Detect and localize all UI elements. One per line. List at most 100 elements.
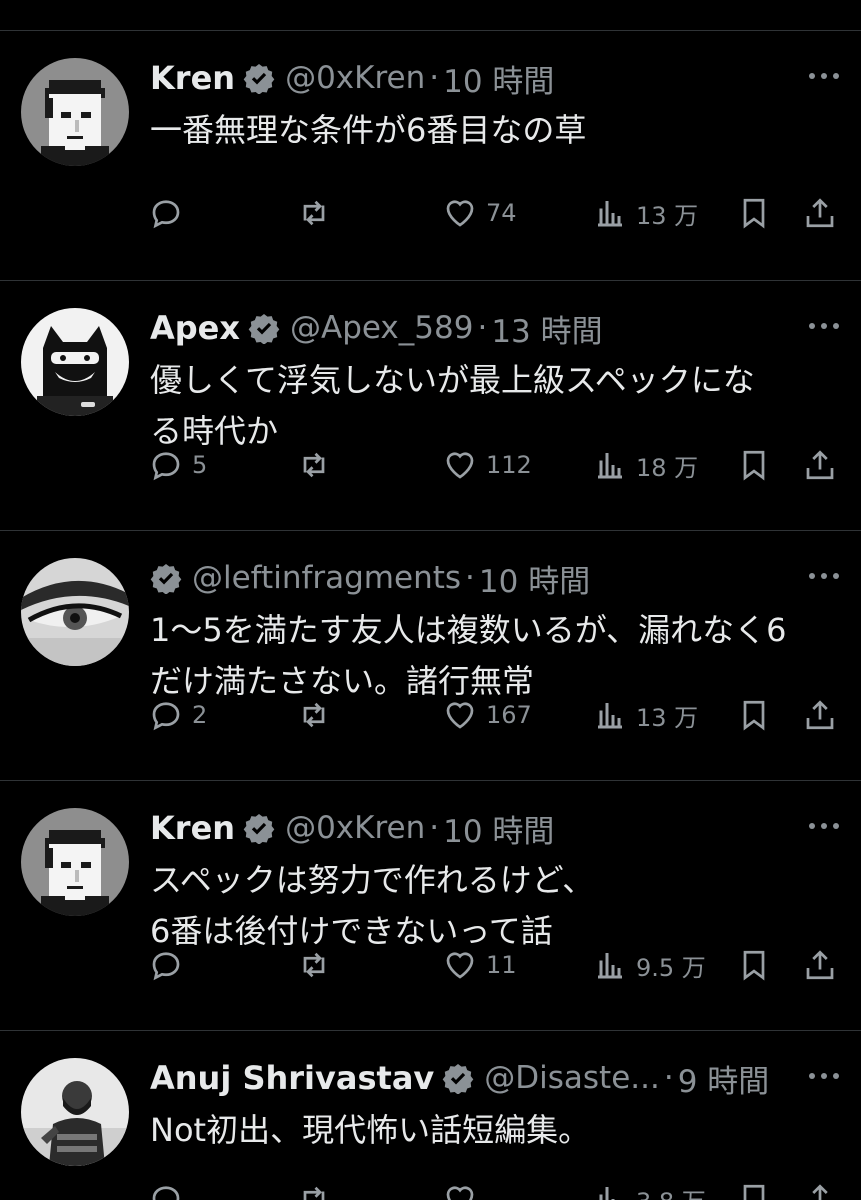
share-button[interactable] (802, 445, 838, 485)
action-bar: 3.8 万 (148, 1179, 843, 1200)
timestamp[interactable]: 10 時間 (443, 806, 554, 851)
timestamp[interactable]: 10 時間 (443, 56, 554, 101)
views-chart-icon (598, 201, 622, 227)
views-button[interactable]: 18 万 (592, 445, 698, 485)
like-button[interactable]: 11 (442, 945, 517, 985)
reply-button[interactable] (148, 1179, 192, 1200)
bookmark-icon (743, 198, 765, 229)
tweet[interactable]: @leftinfragments · 10 時間 1〜5を満たす友人は複数いるが… (0, 531, 861, 781)
share-icon (812, 1184, 828, 1200)
eye-closeup-avatar-icon (21, 558, 129, 666)
tweet-header: @leftinfragments · 10 時間 (150, 553, 801, 603)
reply-icon (152, 452, 180, 481)
tweet-header: Kren @0xKren · 10 時間 (150, 53, 801, 103)
masked-cat-avatar-icon (21, 308, 129, 416)
like-button[interactable]: 167 (442, 695, 532, 735)
retweet-button[interactable] (296, 945, 340, 985)
view-count: 18 万 (636, 453, 699, 482)
separator-dot: · (429, 60, 440, 96)
verified-badge-icon (243, 814, 275, 844)
handle[interactable]: @0xKren (285, 810, 425, 846)
verified-badge-icon (442, 1064, 474, 1094)
separator-dot: · (429, 810, 440, 846)
reply-button[interactable]: 5 (148, 445, 207, 485)
more-options-icon[interactable] (807, 819, 841, 833)
views-button[interactable]: 3.8 万 (592, 1179, 706, 1200)
heart-icon (446, 200, 474, 227)
retweet-button[interactable] (296, 1179, 340, 1200)
views-button[interactable]: 13 万 (592, 193, 698, 233)
avatar[interactable] (21, 58, 129, 166)
separator-dot: · (477, 310, 488, 346)
share-icon (806, 450, 834, 480)
retweet-icon (303, 1186, 325, 1200)
views-chart-icon (598, 703, 622, 729)
reply-icon (152, 200, 180, 229)
display-name[interactable]: Anuj Shrivastav (150, 1059, 434, 1097)
share-button[interactable] (802, 193, 838, 233)
reply-icon (152, 1186, 180, 1200)
share-button[interactable] (802, 1179, 838, 1200)
reply-button[interactable] (148, 193, 192, 233)
handle[interactable]: @leftinfragments (192, 560, 461, 596)
bookmark-button[interactable] (736, 1179, 772, 1200)
like-button[interactable]: 74 (442, 193, 517, 233)
like-count: 11 (486, 951, 517, 979)
bookmark-button[interactable] (736, 445, 772, 485)
timestamp[interactable]: 9 時間 (678, 1056, 770, 1101)
reply-button[interactable]: 2 (148, 695, 207, 735)
share-button[interactable] (802, 695, 838, 735)
like-button[interactable] (442, 1179, 486, 1200)
verified-badge-icon (150, 564, 182, 594)
retweet-icon (303, 200, 325, 226)
reply-icon (152, 952, 180, 981)
more-options-icon[interactable] (807, 69, 841, 83)
views-chart-icon (598, 953, 622, 979)
like-button[interactable]: 112 (442, 445, 532, 485)
bookmark-icon (743, 700, 765, 731)
bookmark-button[interactable] (736, 695, 772, 735)
display-name[interactable]: Apex (150, 309, 240, 347)
handle[interactable]: @0xKren (285, 60, 425, 96)
display-name[interactable]: Kren (150, 59, 235, 97)
reply-button[interactable] (148, 945, 192, 985)
tweet[interactable]: Kren @0xKren · 10 時間 スペックは努力で作れるけど、 6番は後… (0, 781, 861, 1031)
tweet-text: スペックは努力で作れるけど、 6番は後付けできないって話 (150, 861, 595, 950)
like-count: 74 (486, 199, 517, 227)
like-count: 167 (486, 701, 532, 729)
timestamp[interactable]: 13 時間 (491, 306, 602, 351)
avatar[interactable] (21, 308, 129, 416)
bookmark-button[interactable] (736, 945, 772, 985)
more-options-icon[interactable] (807, 1069, 841, 1083)
top-spacer (0, 0, 861, 31)
bookmark-button[interactable] (736, 193, 772, 233)
tweet[interactable]: Apex @Apex_589 · 13 時間 優しくて浮気しないが最上級スペック… (0, 281, 861, 531)
retweet-button[interactable] (296, 445, 340, 485)
view-count: 13 万 (636, 201, 699, 230)
tweet[interactable]: Kren @0xKren · 10 時間 一番無理な条件が6番目なの草 74 1… (0, 31, 861, 281)
views-button[interactable]: 13 万 (592, 695, 698, 735)
share-button[interactable] (802, 945, 838, 985)
timestamp[interactable]: 10 時間 (479, 556, 590, 601)
verified-badge-icon (248, 314, 280, 344)
share-icon (806, 198, 834, 228)
more-options-icon[interactable] (807, 319, 841, 333)
handle[interactable]: @Disaste... (484, 1060, 660, 1096)
more-options-icon[interactable] (807, 569, 841, 583)
retweet-button[interactable] (296, 193, 340, 233)
handle[interactable]: @Apex_589 (290, 310, 473, 346)
heart-icon (446, 702, 474, 729)
heart-icon (446, 952, 474, 979)
avatar[interactable] (21, 808, 129, 916)
separator-dot: · (663, 1060, 674, 1096)
views-button[interactable]: 9.5 万 (592, 945, 706, 985)
display-name[interactable]: Kren (150, 809, 235, 847)
action-bar: 2 167 13 万 (148, 695, 843, 735)
tweet[interactable]: Anuj Shrivastav @Disaste... · 9 時間 Not初出… (0, 1031, 861, 1200)
retweet-icon (303, 452, 325, 478)
retweet-button[interactable] (296, 695, 340, 735)
avatar[interactable] (21, 558, 129, 666)
avatar[interactable] (21, 1058, 129, 1166)
views-chart-icon (598, 453, 622, 479)
share-icon (806, 700, 834, 730)
